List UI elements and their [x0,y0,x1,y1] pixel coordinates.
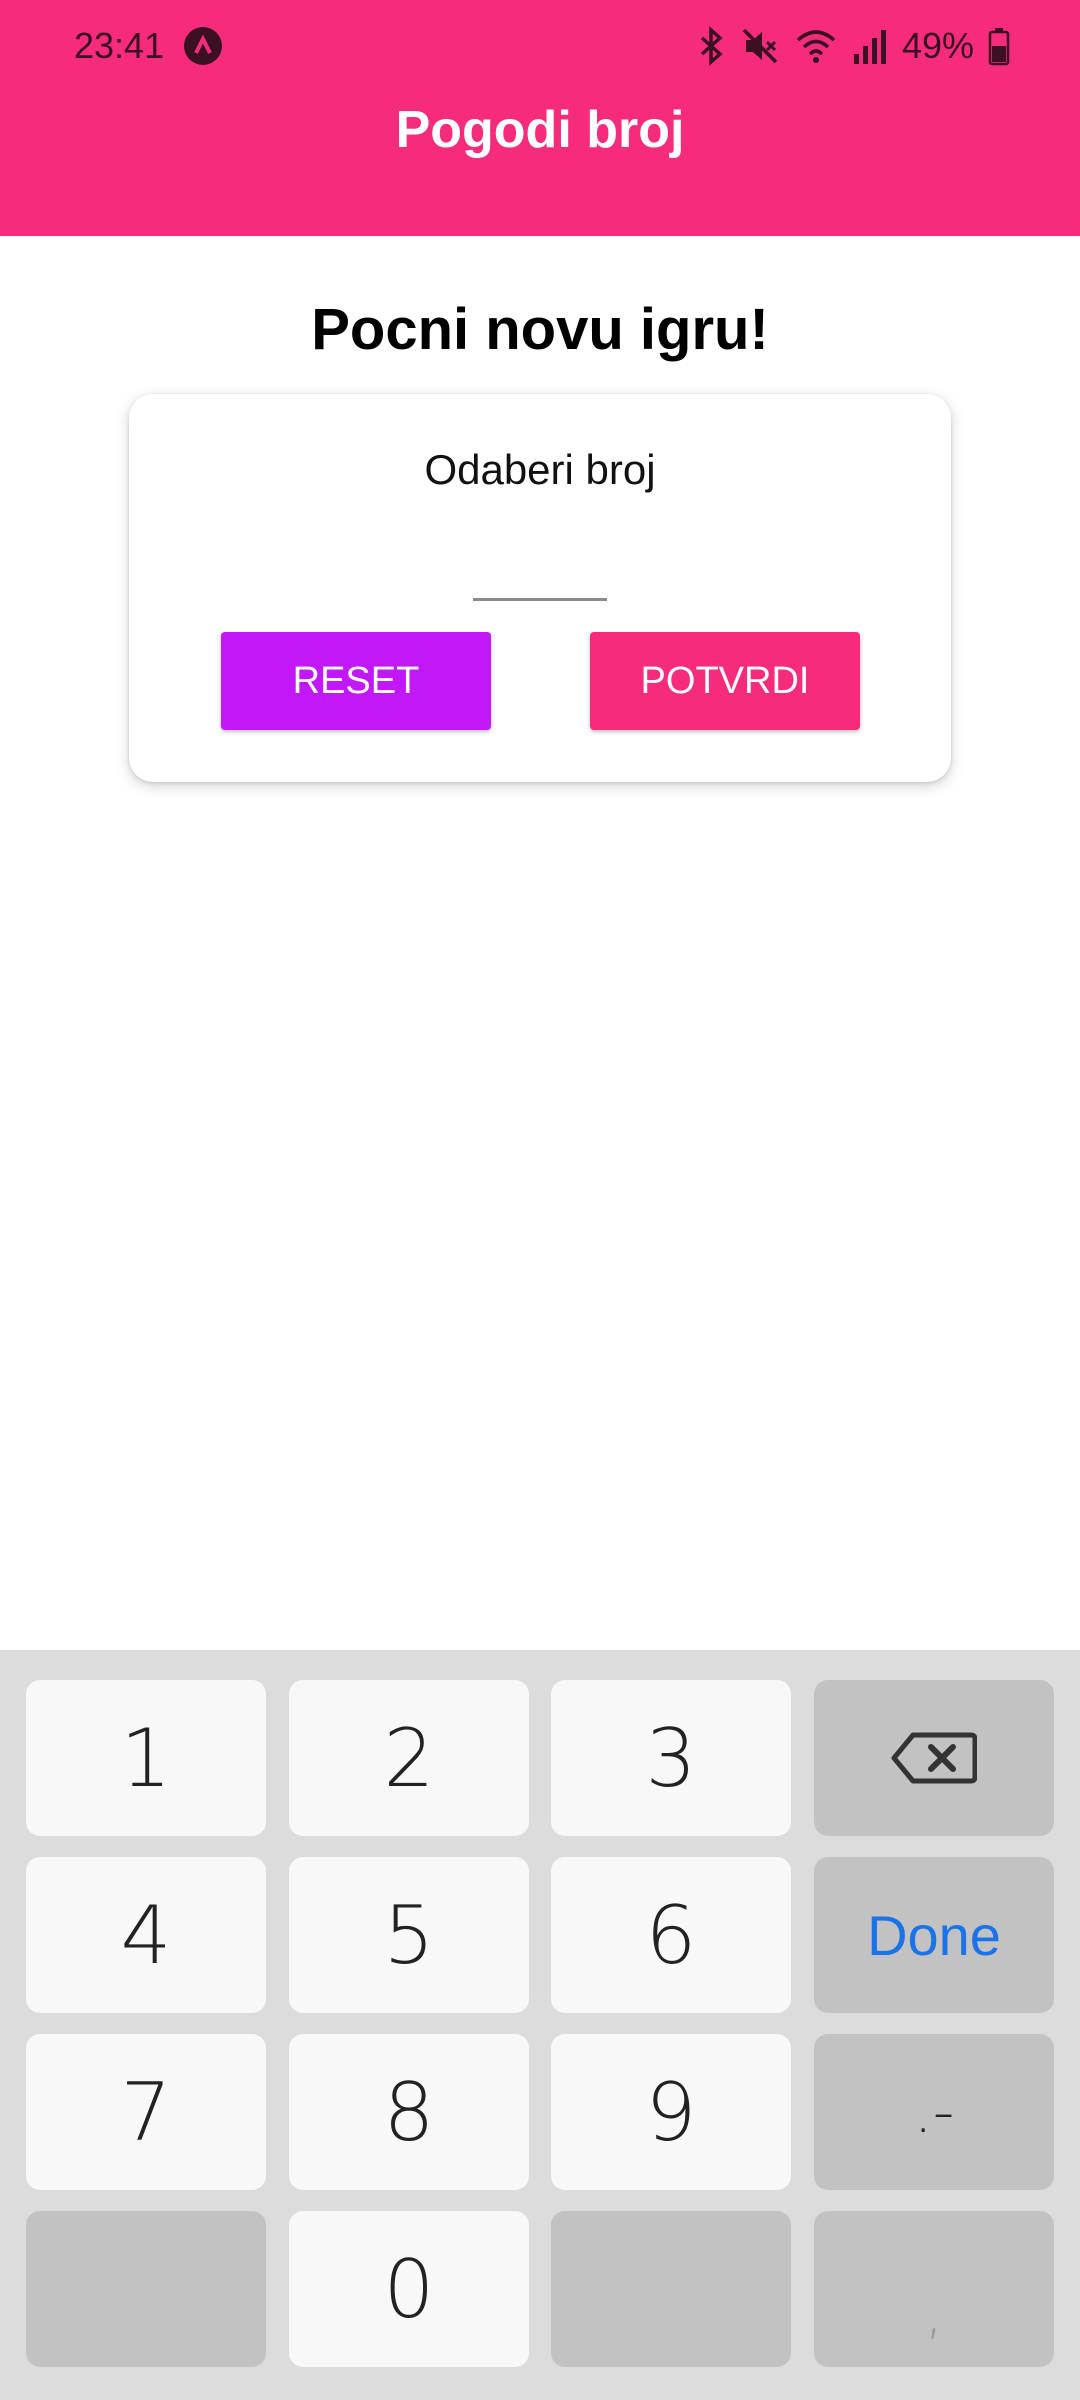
mute-icon [742,28,778,64]
wifi-icon [796,30,836,63]
confirm-button[interactable]: POTVRDI [590,632,860,730]
key-9[interactable]: 9 [551,2034,791,2190]
battery-percent: 49% [901,25,974,66]
key-3[interactable]: 3 [551,1680,791,1836]
blank-key-left [26,2211,266,2367]
dot-dash-key[interactable]: .- [814,2034,1054,2190]
key-6[interactable]: 6 [551,1857,791,2013]
page-headline: Pocni novu igru! [311,297,769,362]
key-0[interactable]: 0 [289,2211,529,2367]
comma-label: , [924,2277,944,2347]
key-5[interactable]: 5 [289,1857,529,2013]
number-card: Odaberi broj RESET POTVRDI [129,394,951,782]
key-7[interactable]: 7 [26,2034,266,2190]
done-label: Done [867,1903,1001,1967]
card-label: Odaberi broj [424,446,656,493]
dot-dash-label: .- [913,2077,955,2147]
status-time: 23:41 [74,25,165,66]
app-title: Pogodi broj [395,101,685,159]
status-bar: 23:41 49% [0,0,1080,92]
number-input[interactable] [473,534,607,601]
backspace-icon [891,1732,977,1784]
blank-key-right [551,2211,791,2367]
done-key[interactable]: Done [814,1857,1054,2013]
key-1[interactable]: 1 [26,1680,266,1836]
app-notification-icon [184,27,222,65]
key-8[interactable]: 8 [289,2034,529,2190]
backspace-key[interactable] [814,1680,1054,1836]
app-bar: 23:41 49% Pogodi broj [0,0,1080,236]
key-4[interactable]: 4 [26,1857,266,2013]
reset-button[interactable]: RESET [221,632,491,730]
bluetooth-icon [700,26,723,66]
battery-icon [988,28,1010,66]
status-icons: 49% [696,24,1010,68]
numeric-keyboard: 1 2 3 4 5 6 Done 7 8 9 .- 0 , [0,1650,1080,2400]
key-2[interactable]: 2 [289,1680,529,1836]
signal-icon [853,30,886,64]
comma-key[interactable]: , [814,2211,1054,2367]
